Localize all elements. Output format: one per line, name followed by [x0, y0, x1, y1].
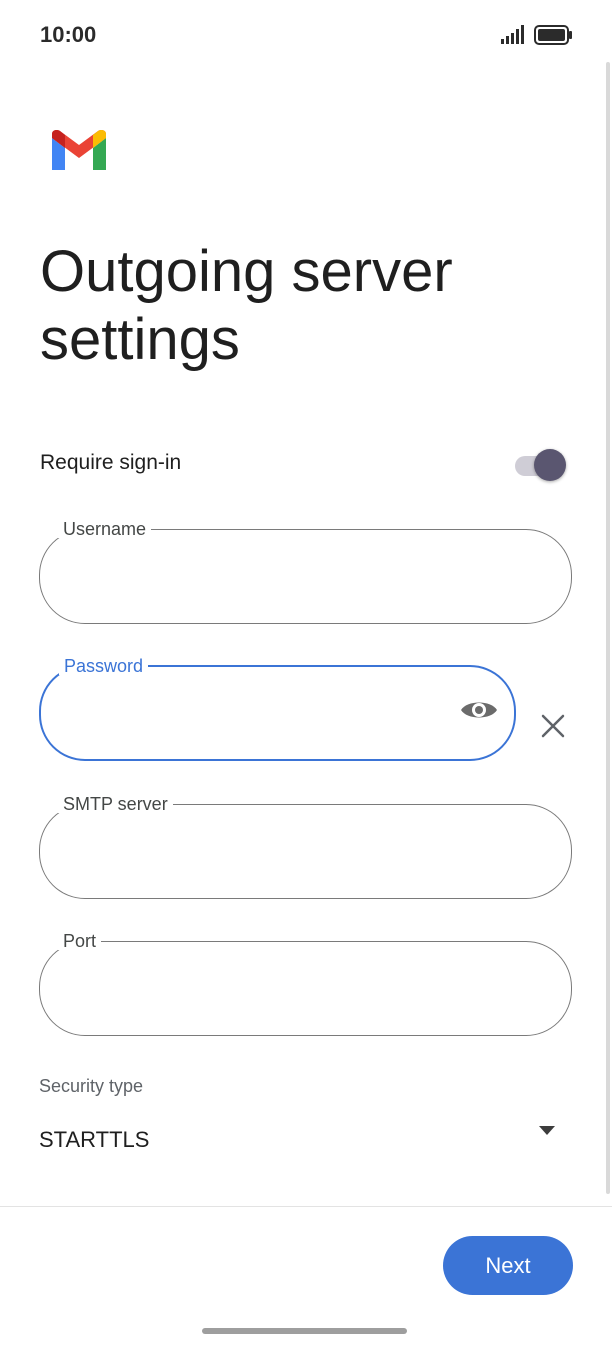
- close-icon[interactable]: [540, 713, 566, 739]
- signal-icon: [501, 25, 524, 44]
- username-field[interactable]: Username: [39, 520, 572, 624]
- port-label: Port: [63, 931, 97, 951]
- password-field[interactable]: Password: [39, 657, 516, 761]
- password-label: Password: [64, 656, 144, 676]
- page-title: Outgoing server settings: [40, 239, 453, 372]
- smtp-server-input[interactable]: [65, 827, 469, 869]
- security-type-label: Security type: [39, 1076, 144, 1096]
- smtp-server-field[interactable]: SMTP server: [39, 795, 572, 899]
- port-field[interactable]: Port: [39, 932, 572, 1036]
- battery-icon: [534, 25, 572, 45]
- status-icons: [500, 24, 574, 46]
- security-type-value: STARTTLS: [39, 1127, 150, 1152]
- next-button[interactable]: Next: [443, 1236, 573, 1295]
- username-label: Username: [63, 519, 147, 539]
- username-input[interactable]: [65, 552, 469, 594]
- status-bar: 10:00: [0, 0, 612, 70]
- port-input[interactable]: [65, 964, 469, 1006]
- security-type-dropdown[interactable]: STARTTLS: [39, 1112, 559, 1162]
- eye-icon[interactable]: [460, 697, 498, 723]
- gesture-nav-handle[interactable]: [202, 1328, 407, 1334]
- require-signin-toggle[interactable]: [510, 448, 570, 482]
- chevron-down-icon: [539, 1126, 555, 1135]
- require-signin-row: Require sign-in: [40, 448, 572, 482]
- status-time: 10:00: [40, 22, 97, 47]
- smtp-server-label: SMTP server: [63, 794, 168, 814]
- toggle-thumb: [534, 449, 566, 481]
- require-signin-label: Require sign-in: [40, 451, 182, 474]
- gmail-logo: [52, 130, 106, 170]
- password-input[interactable]: [65, 689, 469, 731]
- scroll-indicator[interactable]: [606, 62, 610, 1194]
- footer-divider: [0, 1206, 612, 1207]
